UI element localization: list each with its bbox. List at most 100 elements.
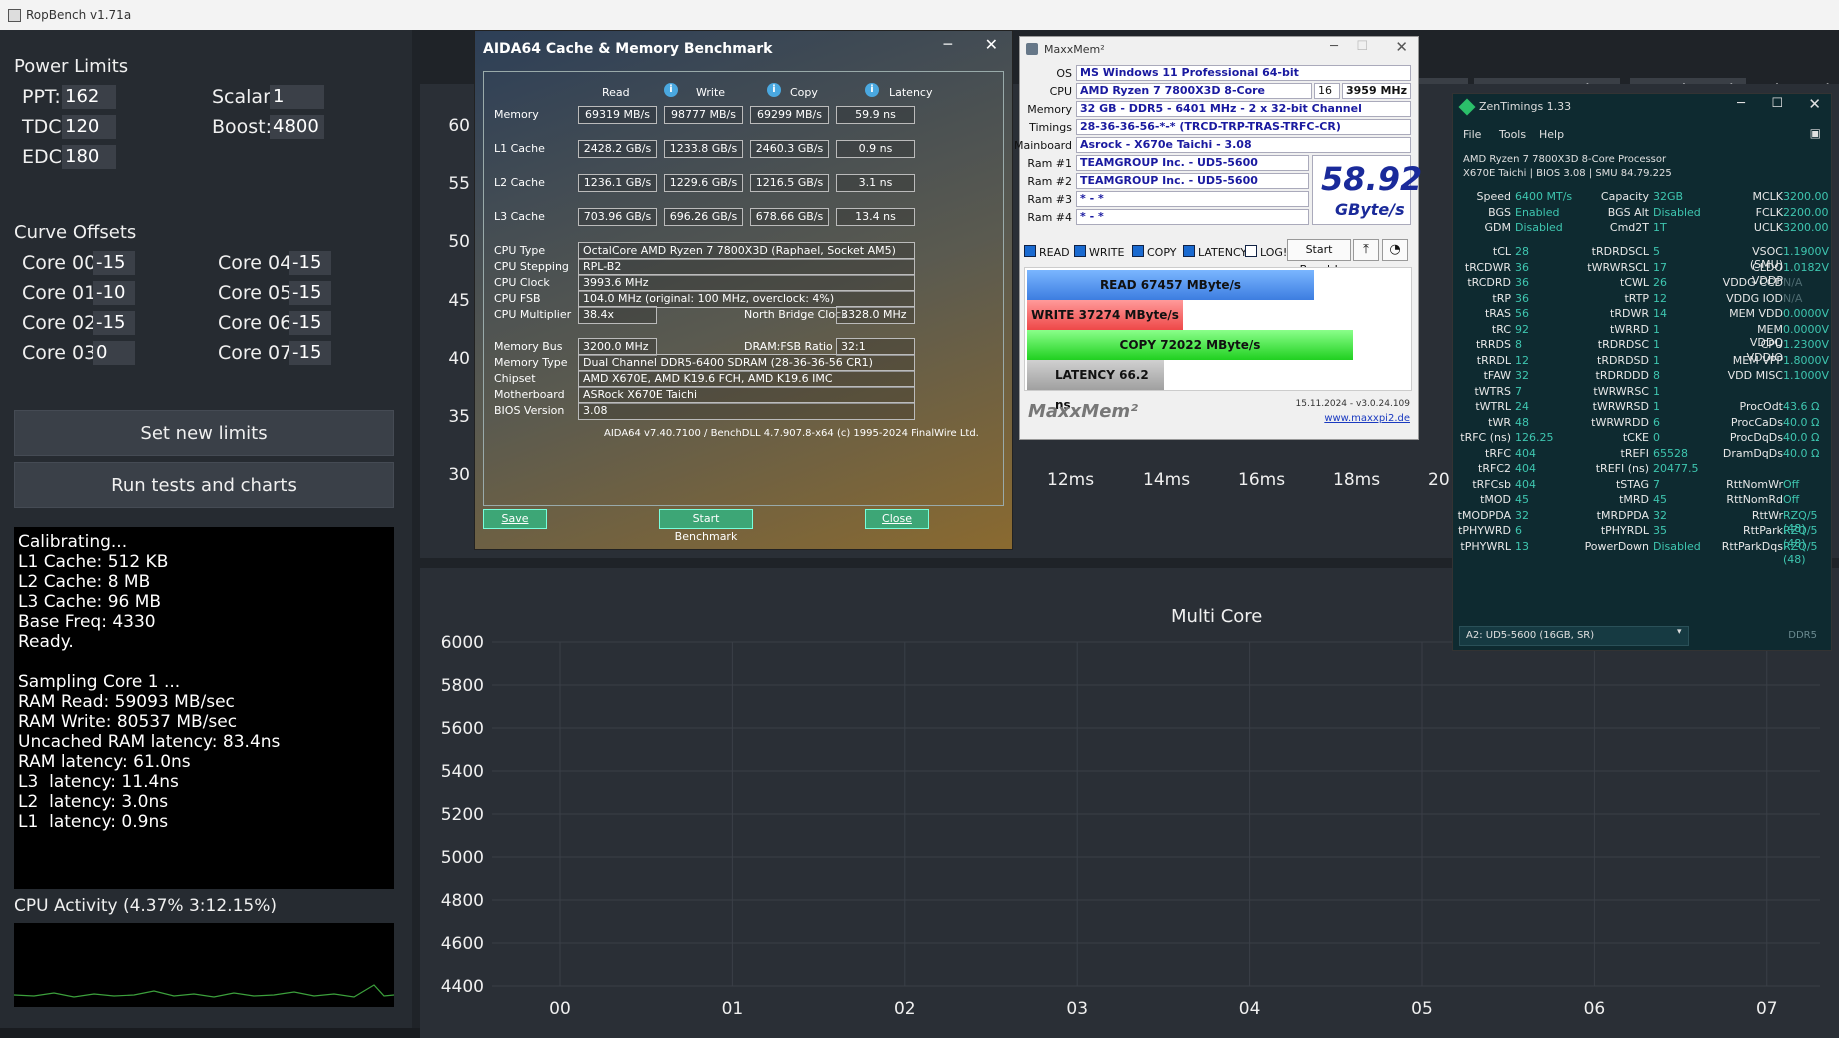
close-icon[interactable]: ✕: [1808, 95, 1821, 113]
zen-value: 7: [1515, 384, 1522, 398]
col-read: Read: [602, 86, 630, 99]
core-06-input[interactable]: -15: [289, 311, 331, 335]
zen-value: 40.0 Ω: [1783, 431, 1820, 444]
copy-checkbox[interactable]: COPY: [1132, 245, 1176, 259]
write-checkbox-label: WRITE: [1089, 246, 1125, 259]
zen-value: 404: [1515, 446, 1536, 460]
core-05-input[interactable]: -15: [289, 281, 331, 305]
core-02-input[interactable]: -15: [93, 311, 135, 335]
core-04-input[interactable]: -15: [289, 251, 331, 275]
read-checkbox-label: READ: [1039, 246, 1070, 259]
edc-input[interactable]: 180: [62, 145, 116, 169]
ppt-input[interactable]: 162: [62, 85, 116, 109]
zen-key: RttParkDqs: [1721, 539, 1783, 553]
latency-checkbox[interactable]: LATENCY: [1183, 245, 1247, 259]
minimize-icon[interactable]: ─: [1330, 39, 1338, 54]
log-checkbox[interactable]: LOG!: [1245, 245, 1287, 259]
maximize-icon[interactable]: ☐: [1771, 96, 1783, 111]
scalar-input[interactable]: 1: [270, 85, 324, 109]
l3-write: 696.26 GB/s: [664, 208, 743, 226]
camera-icon[interactable]: ▣: [1810, 126, 1821, 140]
set-new-limits-button[interactable]: Set new limits: [14, 410, 394, 456]
zen-key: tRAS: [1484, 307, 1511, 320]
copy-info-icon[interactable]: i: [865, 83, 879, 97]
zen-key: GDM: [1484, 221, 1512, 234]
cpu-stepping-label: CPU Stepping: [494, 260, 569, 273]
core-03-input[interactable]: 0: [93, 341, 135, 365]
zen-key: UCLK: [1753, 221, 1783, 234]
y-tick-label: 5400: [441, 762, 484, 782]
zen-value: RZQ/5 (48): [1783, 539, 1818, 566]
read-checkbox[interactable]: READ: [1024, 245, 1070, 259]
close-icon[interactable]: ✕: [1395, 38, 1408, 56]
latency-ytick-40: 40: [448, 349, 470, 369]
ram3-label: Ram #3: [1027, 193, 1072, 206]
core-06-label: Core 06:: [218, 312, 299, 334]
menu-file[interactable]: File: [1463, 128, 1481, 141]
zen-key: tSTAG: [1615, 477, 1649, 491]
zen-value: 45: [1515, 493, 1529, 506]
core-00-label: Core 00:: [22, 252, 103, 274]
zen-key: tRP: [1492, 291, 1511, 305]
zen-value: 36: [1515, 260, 1529, 274]
zen-key: FCLK: [1755, 205, 1783, 219]
checkbox-checked-icon: [1132, 245, 1144, 257]
cpu-activity-graph: [13, 923, 395, 1007]
minimize-icon[interactable]: ─: [944, 37, 952, 53]
write-checkbox[interactable]: WRITE: [1074, 245, 1124, 259]
aida-start-benchmark-button[interactable]: Start Benchmark: [659, 509, 753, 543]
zen-value: Disabled: [1515, 221, 1563, 234]
maximize-icon[interactable]: ☐: [1356, 39, 1368, 54]
minimize-icon[interactable]: ─: [1737, 96, 1745, 111]
latency-xtick-16ms: 16ms: [1238, 470, 1286, 490]
core-01-input[interactable]: -10: [93, 281, 135, 305]
upload-icon[interactable]: ⤒: [1353, 239, 1379, 261]
aida-close-button[interactable]: Close: [865, 509, 929, 529]
latency-xtick-14ms: 14ms: [1143, 470, 1191, 490]
start-bench-button[interactable]: Start Bench!: [1287, 239, 1351, 276]
dimm-select[interactable]: A2: UD5-5600 (16GB, SR): [1459, 626, 1689, 646]
core-07-input[interactable]: -15: [289, 341, 331, 365]
x-tick-label: 04: [1239, 999, 1261, 1019]
maxxmem-url-link[interactable]: www.maxxpi2.de: [1324, 413, 1410, 424]
aida64-title: AIDA64 Cache & Memory Benchmark: [483, 41, 773, 57]
aida-save-button[interactable]: Save: [483, 509, 547, 529]
cpu-type-label: CPU Type: [494, 244, 546, 257]
gauge-icon[interactable]: ◔: [1382, 239, 1408, 261]
run-tests-button[interactable]: Run tests and charts: [14, 462, 394, 508]
zen-value: 32: [1515, 508, 1529, 522]
zen-key: tMRD: [1619, 493, 1649, 506]
core-07-label: Core 07:: [218, 342, 299, 364]
zen-value: 56: [1515, 307, 1529, 320]
zentimings-title: ZenTimings 1.33: [1479, 100, 1572, 113]
tdc-input[interactable]: 120: [62, 115, 116, 139]
x-tick-label: 00: [549, 999, 571, 1019]
ram4-label: Ram #4: [1027, 211, 1072, 224]
menu-tools[interactable]: Tools: [1499, 128, 1526, 141]
maxxmem-window: MaxxMem² ─ ☐ ✕ OS MS Windows 11 Professi…: [1014, 36, 1422, 440]
core-00-input[interactable]: -15: [93, 251, 135, 275]
zen-key: BGS Alt: [1607, 205, 1649, 219]
menu-help[interactable]: Help: [1539, 128, 1564, 141]
zen-value: 0.0000V: [1783, 322, 1830, 336]
timings-value: 28-36-36-56-*-* (TRCD-TRP-TRAS-TRFC-CR): [1076, 119, 1411, 135]
latency-ytick-30: 30: [448, 465, 470, 485]
zen-board-info: X670E Taichi | BIOS 3.08 | SMU 84.79.225: [1463, 168, 1672, 179]
aida64-window: AIDA64 Cache & Memory Benchmark ─ ✕ Read…: [474, 30, 1013, 550]
boost-input[interactable]: 4800: [270, 115, 324, 139]
bios-value: 3.08: [578, 402, 915, 420]
latency-ytick-45: 45: [448, 291, 470, 311]
zen-key: VDDG CCD: [1722, 276, 1783, 289]
write-info-icon[interactable]: i: [767, 83, 781, 97]
read-info-icon[interactable]: i: [664, 83, 678, 97]
zen-value: Enabled: [1515, 205, 1560, 219]
zen-key: VDDG IOD: [1726, 291, 1783, 305]
zen-key: MCLK: [1752, 190, 1783, 203]
aida64-footer: AIDA64 v7.40.7100 / BenchDLL 4.7.907.8-x…: [604, 428, 979, 439]
zen-value: 14: [1653, 307, 1667, 320]
zen-key: ProcCaDs: [1730, 415, 1783, 429]
row-l3-label: L3 Cache: [494, 210, 545, 223]
y-tick-label: 5600: [441, 719, 484, 739]
chevron-down-icon: ▾: [1677, 627, 1682, 637]
close-icon[interactable]: ✕: [985, 35, 998, 54]
